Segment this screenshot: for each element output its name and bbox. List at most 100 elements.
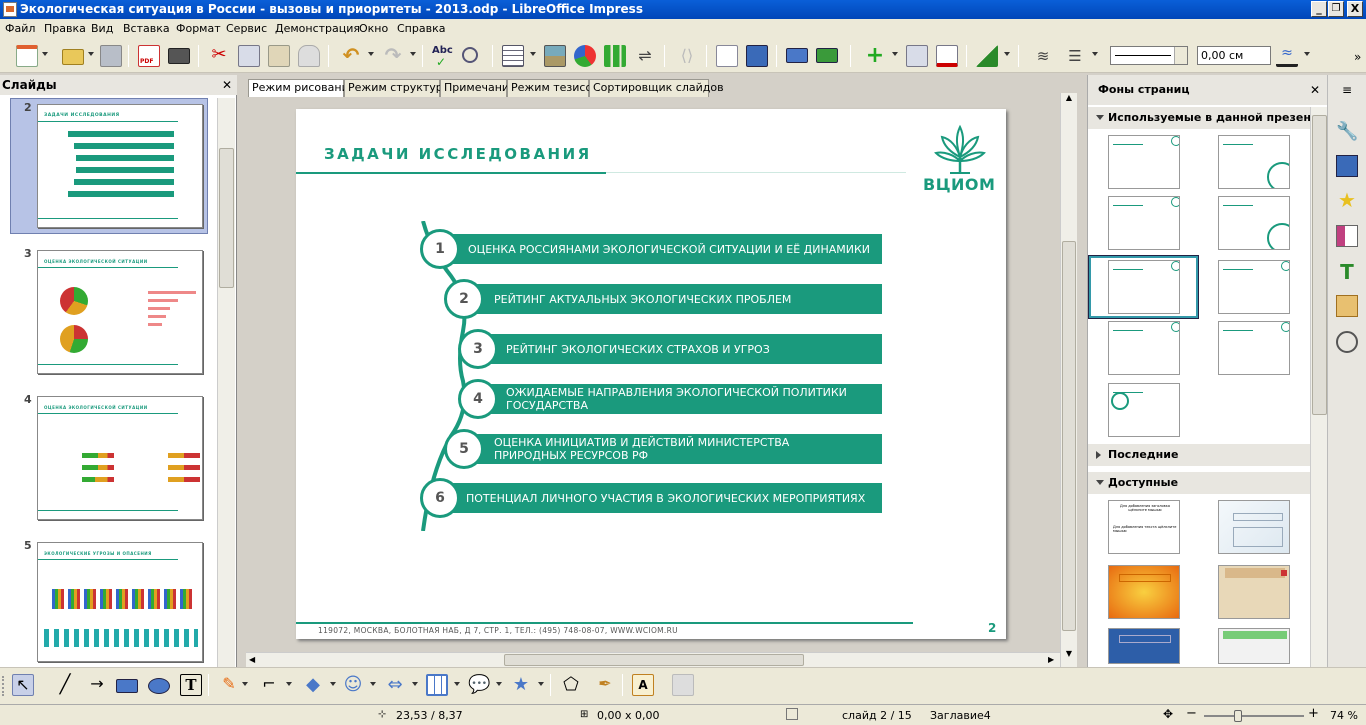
open-folder-icon[interactable] [62,49,84,65]
line-arrow-tool-icon[interactable]: → [86,674,108,696]
slide-layouts-icon[interactable] [1336,155,1358,177]
zoom-level[interactable]: 74 % [1330,709,1358,722]
menu-view[interactable]: Вид [91,22,113,35]
task-item-bar[interactable]: РЕЙТИНГ АКТУАЛЬНЫХ ЭКОЛОГИЧЕСКИХ ПРОБЛЕМ [466,284,882,314]
fit-slide-icon[interactable]: ✥ [1163,707,1173,721]
clone-formatting-icon[interactable] [298,45,320,67]
scroll-left-icon[interactable]: ◀ [249,655,255,664]
master-thumbnail[interactable] [1108,135,1180,189]
stars-icon[interactable]: ★ [510,674,532,696]
rectangle-tool-icon[interactable] [116,679,138,693]
select-arrow-icon[interactable]: ↖ [12,674,34,696]
task-item-bar[interactable]: РЕЙТИНГ ЭКОЛОГИЧЕСКИХ СТРАХОВ И УГРОЗ [478,334,882,364]
zoom-out-icon[interactable]: − [1186,706,1197,721]
block-arrows-icon[interactable]: ⇔ [384,674,406,696]
menu-format[interactable]: Формат [176,22,221,35]
slide-thumbnail[interactable]: ЗАДАЧИ ИССЛЕДОВАНИЯ [37,104,203,228]
master-thumbnail[interactable] [1218,135,1290,189]
line-color-icon[interactable]: ≈ [1276,45,1298,67]
chart-icon[interactable] [574,45,596,67]
hyperlink-icon[interactable]: ⇌ [634,45,656,67]
sidebar-menu-icon[interactable]: ≡ [1336,83,1358,105]
start-presentation-icon[interactable] [786,48,808,63]
master-pages-icon[interactable] [1336,225,1358,247]
tab-notes-view[interactable]: Примечания [440,79,516,97]
curve-tool-icon[interactable]: ✎ [218,674,240,696]
master-thumbnail[interactable] [1218,260,1290,314]
panel-splitter[interactable] [1079,75,1087,667]
text-tool-icon[interactable]: T [180,674,202,696]
menu-window[interactable]: Окно [359,22,388,35]
task-item-bar[interactable]: ОЖИДАЕМЫЕ НАПРАВЛЕНИЯ ЭКОЛОГИЧЕСКОЙ ПОЛИ… [478,384,882,414]
movie-icon[interactable] [604,45,626,67]
close-window-button[interactable]: X [1347,1,1363,17]
toolbar-overflow-icon[interactable]: » [1354,50,1361,64]
duplicate-slide-icon[interactable] [906,45,928,67]
wrench-icon[interactable]: 🔧 [1336,121,1358,143]
master-thumbnail[interactable] [1108,565,1180,619]
object-position-icon[interactable]: ≋ [1032,45,1054,67]
scrollbar-thumb[interactable] [1062,241,1076,631]
line-style-icon[interactable]: ☰ [1064,45,1086,67]
ellipse-tool-icon[interactable] [148,678,170,694]
scrollbar-thumb[interactable] [504,654,804,666]
table-icon[interactable] [502,45,524,67]
section-available[interactable]: Доступные [1088,472,1310,494]
task-item-bar[interactable]: ОЦЕНКА РОССИЯНАМИ ЭКОЛОГИЧЕСКОЙ СИТУАЦИИ… [438,234,882,264]
presentation-from-current-icon[interactable] [816,48,838,63]
navigator-icon[interactable] [1336,331,1358,353]
zoom-slider-thumb[interactable] [1234,710,1242,722]
tab-drawing-view[interactable]: Режим рисования [248,79,355,97]
scrollbar-thumb[interactable] [219,148,234,288]
task-item-bar[interactable]: ПОТЕНЦИАЛ ЛИЧНОГО УЧАСТИЯ В ЭКОЛОГИЧЕСКИ… [438,483,882,513]
master-thumbnail[interactable] [1108,628,1180,664]
styles-icon[interactable]: T [1336,261,1358,283]
scrollbar-thumb[interactable] [1312,115,1327,415]
menu-slideshow[interactable]: Демонстрация [275,22,360,35]
master-thumbnail[interactable] [1218,321,1290,375]
print-icon[interactable] [168,48,190,64]
new-slide-icon[interactable]: + [864,45,886,67]
task-item-bar[interactable]: ОЦЕНКА ИНИЦИАТИВ И ДЕЙСТВИЙ МИНИСТЕРСТВА… [466,434,882,464]
flowchart-icon[interactable] [426,674,448,696]
paste-icon[interactable] [268,45,290,67]
display-grid-icon[interactable] [976,45,998,67]
cut-icon[interactable]: ✂ [208,45,230,67]
zoom-in-icon[interactable]: + [1308,706,1319,721]
master-thumbnail[interactable] [1218,565,1290,619]
zoom-icon[interactable] [462,47,478,63]
fontwork-icon[interactable]: A [632,674,654,696]
scroll-up-icon[interactable]: ▲ [1063,93,1075,107]
menu-help[interactable]: Справка [397,22,445,35]
slide-layout-icon[interactable] [746,45,768,67]
scroll-down-icon[interactable]: ▼ [1063,649,1075,663]
master-thumbnail[interactable]: Для добавления заголовка щёлкните мышью … [1108,500,1180,554]
master-panel-scrollbar[interactable] [1310,107,1328,667]
restore-button[interactable]: ❐ [1328,1,1344,17]
tab-slide-sorter[interactable]: Сортировщик слайдов [589,79,724,97]
line-tool-icon[interactable]: ╱ [54,674,76,696]
copy-icon[interactable] [238,45,260,67]
horizontal-scrollbar[interactable]: ◀ ▶ [246,652,1060,667]
new-document-icon[interactable] [16,45,38,67]
undo-icon[interactable]: ↶ [340,45,362,67]
document-modified-icon[interactable] [786,708,798,720]
tab-outline-view[interactable]: Режим структуры [344,79,451,97]
menu-edit[interactable]: Правка [44,22,86,35]
basic-shapes-icon[interactable]: ◆ [302,674,324,696]
save-icon[interactable] [100,45,122,67]
slide-canvas[interactable]: ЗАДАЧИ ИССЛЕДОВАНИЯ ВЦИОМ ОЦЕНКА РОССИЯН… [296,109,1006,639]
master-thumbnail[interactable] [1108,383,1180,437]
section-recent[interactable]: Последние [1088,444,1310,466]
impress-app-icon[interactable] [3,2,17,17]
slide-thumbnail[interactable]: ЭКОЛОГИЧЕСКИЕ УГРОЗЫ И ОПАСЕНИЯ [37,542,203,662]
scroll-right-icon[interactable]: ▶ [1048,655,1054,664]
spellcheck-icon[interactable]: Abc ✓ [432,45,454,69]
master-thumbnail[interactable] [1108,196,1180,250]
master-thumbnail[interactable] [1218,196,1290,250]
tab-handout-view[interactable]: Режим тезисов [507,79,599,97]
line-width-field[interactable]: 0,00 см [1197,46,1271,65]
star-icon[interactable]: ★ [1336,189,1358,211]
gallery-icon[interactable] [1336,295,1358,317]
delete-slide-icon[interactable] [936,45,958,67]
